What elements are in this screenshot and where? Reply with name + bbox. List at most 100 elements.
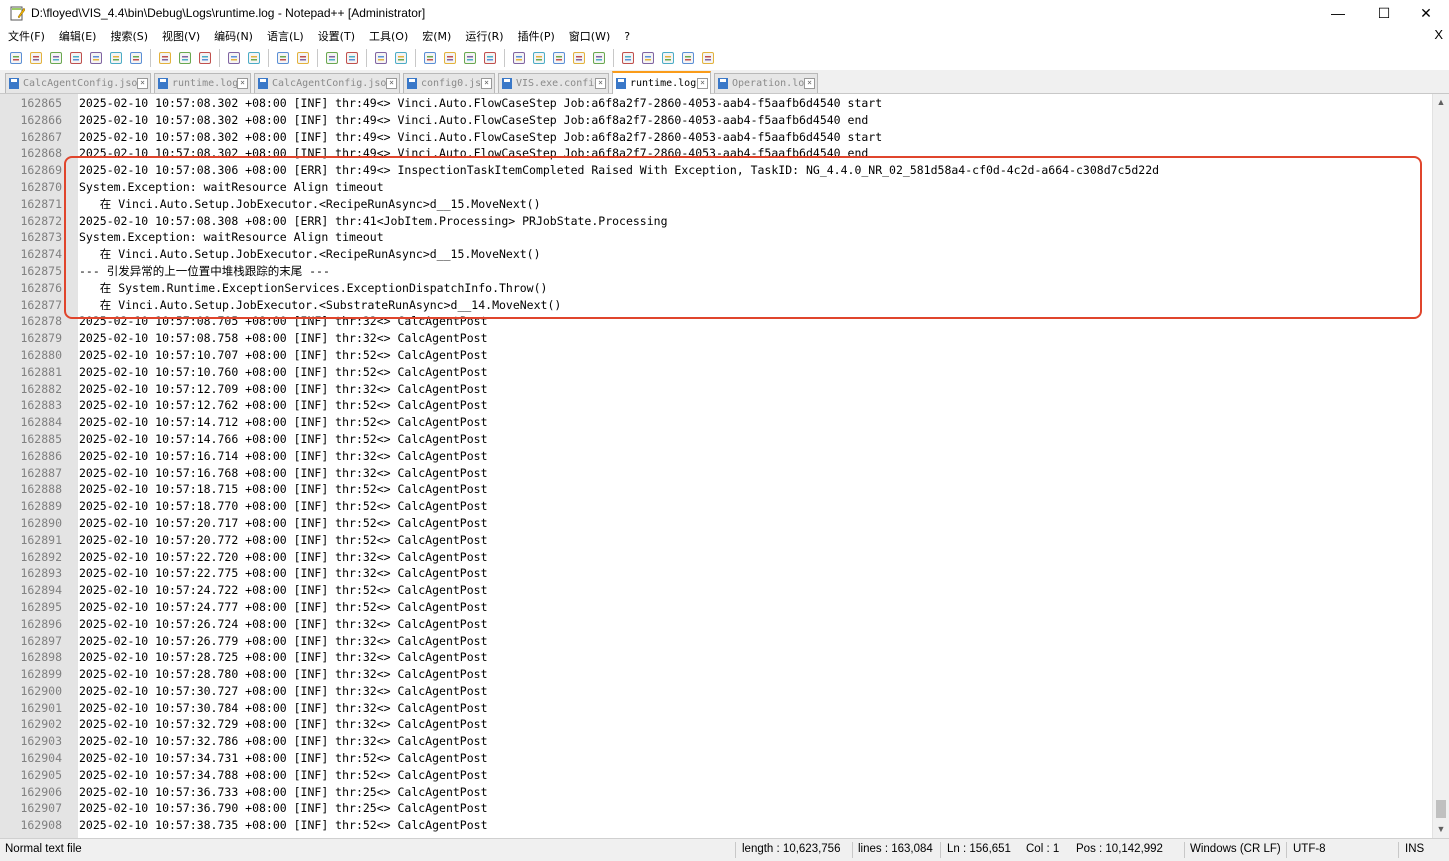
line-text[interactable]: 2025-02-10 10:57:14.712 +08:00 [INF] thr…	[79, 414, 488, 431]
stop-macro-icon[interactable]	[640, 50, 656, 66]
tab-vis-exe-config[interactable]: VIS.exe.config ×	[498, 73, 609, 93]
menu-run[interactable]: 运行(R)	[457, 28, 509, 44]
line-text[interactable]: 2025-02-10 10:57:28.725 +08:00 [INF] thr…	[79, 649, 488, 666]
line-text[interactable]: 2025-02-10 10:57:24.777 +08:00 [INF] thr…	[79, 599, 488, 616]
tab-close-icon[interactable]: ×	[595, 78, 606, 89]
tab-close-icon[interactable]: ×	[137, 78, 148, 89]
tab-runtime-log-1[interactable]: runtime.log ×	[154, 73, 251, 93]
paste-icon[interactable]	[197, 50, 213, 66]
undo-icon[interactable]	[226, 50, 242, 66]
cut-icon[interactable]	[157, 50, 173, 66]
line-text[interactable]: 2025-02-10 10:57:10.707 +08:00 [INF] thr…	[79, 347, 488, 364]
menu-plugins[interactable]: 插件(P)	[510, 28, 561, 44]
record-macro-icon[interactable]	[620, 50, 636, 66]
save-icon[interactable]	[48, 50, 64, 66]
zoom-out-icon[interactable]	[344, 50, 360, 66]
save-all-icon[interactable]	[68, 50, 84, 66]
line-text[interactable]: 2025-02-10 10:57:24.722 +08:00 [INF] thr…	[79, 582, 488, 599]
status-encoding[interactable]: UTF-8	[1293, 843, 1326, 855]
vertical-scrollbar[interactable]: ▲ ▼	[1432, 94, 1449, 838]
line-text[interactable]: 2025-02-10 10:57:08.302 +08:00 [INF] thr…	[79, 112, 868, 129]
scroll-thumb[interactable]	[1436, 800, 1446, 818]
tab-runtime-log-active[interactable]: runtime.log ×	[612, 71, 711, 94]
tab-close-icon[interactable]: ×	[386, 78, 397, 89]
tab-close-icon[interactable]: ×	[697, 78, 708, 89]
line-text[interactable]: 2025-02-10 10:57:26.779 +08:00 [INF] thr…	[79, 633, 488, 650]
line-text[interactable]: 2025-02-10 10:57:16.714 +08:00 [INF] thr…	[79, 448, 488, 465]
print-icon[interactable]	[128, 50, 144, 66]
line-text[interactable]: 2025-02-10 10:57:14.766 +08:00 [INF] thr…	[79, 431, 488, 448]
redo-icon[interactable]	[246, 50, 262, 66]
menu-settings[interactable]: 设置(T)	[310, 28, 361, 44]
line-text[interactable]: 2025-02-10 10:57:36.733 +08:00 [INF] thr…	[79, 784, 488, 801]
line-text[interactable]: 2025-02-10 10:57:38.735 +08:00 [INF] thr…	[79, 817, 488, 834]
line-text[interactable]: 2025-02-10 10:57:12.709 +08:00 [INF] thr…	[79, 381, 488, 398]
indent-guide-icon[interactable]	[462, 50, 478, 66]
close-all-icon[interactable]	[108, 50, 124, 66]
udl-icon[interactable]	[482, 50, 498, 66]
play-macro-icon[interactable]	[660, 50, 676, 66]
menu-window[interactable]: 窗口(W)	[561, 28, 616, 44]
zoom-in-icon[interactable]	[324, 50, 340, 66]
line-text[interactable]: 2025-02-10 10:57:34.788 +08:00 [INF] thr…	[79, 767, 488, 784]
scroll-up-icon[interactable]: ▲	[1433, 94, 1449, 110]
line-text[interactable]: 2025-02-10 10:57:20.717 +08:00 [INF] thr…	[79, 515, 488, 532]
doc-map-icon[interactable]	[511, 50, 527, 66]
word-wrap-icon[interactable]	[422, 50, 438, 66]
doc-list-icon[interactable]	[531, 50, 547, 66]
sync-vertical-icon[interactable]	[373, 50, 389, 66]
line-text[interactable]: 2025-02-10 10:57:22.720 +08:00 [INF] thr…	[79, 549, 488, 566]
line-text[interactable]: 2025-02-10 10:57:08.302 +08:00 [INF] thr…	[79, 129, 882, 146]
tab-close-icon[interactable]: ×	[804, 78, 815, 89]
copy-icon[interactable]	[177, 50, 193, 66]
menu-search[interactable]: 搜索(S)	[102, 28, 154, 44]
tab-calcagentconfig-2[interactable]: CalcAgentConfig.json ×	[254, 73, 400, 93]
tab-operation-log[interactable]: Operation.log ×	[714, 73, 818, 93]
menu-macro[interactable]: 宏(M)	[414, 28, 457, 44]
line-text[interactable]: 2025-02-10 10:57:08.758 +08:00 [INF] thr…	[79, 330, 488, 347]
menu-encoding[interactable]: 编码(N)	[206, 28, 259, 44]
tab-calcagentconfig-1[interactable]: CalcAgentConfig.json ×	[5, 73, 151, 93]
line-text[interactable]: 2025-02-10 10:57:20.772 +08:00 [INF] thr…	[79, 532, 488, 549]
open-file-icon[interactable]	[28, 50, 44, 66]
save-macro-icon[interactable]	[700, 50, 716, 66]
close-window-button[interactable]: ✕	[1403, 0, 1449, 26]
find-icon[interactable]	[275, 50, 291, 66]
line-text[interactable]: 2025-02-10 10:57:28.780 +08:00 [INF] thr…	[79, 666, 488, 683]
line-text[interactable]: 2025-02-10 10:57:32.729 +08:00 [INF] thr…	[79, 716, 488, 733]
line-text[interactable]: 2025-02-10 10:57:26.724 +08:00 [INF] thr…	[79, 616, 488, 633]
line-text[interactable]: 2025-02-10 10:57:30.784 +08:00 [INF] thr…	[79, 700, 488, 717]
line-text[interactable]: 2025-02-10 10:57:16.768 +08:00 [INF] thr…	[79, 465, 488, 482]
status-eol[interactable]: Windows (CR LF)	[1190, 843, 1281, 855]
editor-area[interactable]: 162865 2025-02-10 10:57:08.302 +08:00 [IN…	[0, 94, 1449, 838]
line-text[interactable]: 2025-02-10 10:57:32.786 +08:00 [INF] thr…	[79, 733, 488, 750]
line-text[interactable]: 2025-02-10 10:57:18.715 +08:00 [INF] thr…	[79, 481, 488, 498]
line-text[interactable]: 2025-02-10 10:57:34.731 +08:00 [INF] thr…	[79, 750, 488, 767]
show-all-chars-icon[interactable]	[442, 50, 458, 66]
maximize-button[interactable]: ☐	[1361, 0, 1407, 26]
menu-file[interactable]: 文件(F)	[0, 28, 51, 44]
menu-edit[interactable]: 编辑(E)	[51, 28, 103, 44]
status-insert-mode[interactable]: INS	[1405, 843, 1424, 855]
folder-workspace-icon[interactable]	[571, 50, 587, 66]
line-text[interactable]: 2025-02-10 10:57:36.790 +08:00 [INF] thr…	[79, 800, 488, 817]
line-text[interactable]: 2025-02-10 10:57:18.770 +08:00 [INF] thr…	[79, 498, 488, 515]
menu-view[interactable]: 视图(V)	[154, 28, 206, 44]
new-file-icon[interactable]	[8, 50, 24, 66]
minimize-button[interactable]: —	[1315, 0, 1361, 26]
tab-config0-js[interactable]: config0.js ×	[403, 73, 495, 93]
menu-tools[interactable]: 工具(O)	[361, 28, 414, 44]
menu-language[interactable]: 语言(L)	[259, 28, 310, 44]
line-text[interactable]: 2025-02-10 10:57:10.760 +08:00 [INF] thr…	[79, 364, 488, 381]
line-text[interactable]: 2025-02-10 10:57:30.727 +08:00 [INF] thr…	[79, 683, 488, 700]
scroll-down-icon[interactable]: ▼	[1433, 821, 1449, 837]
line-text[interactable]: 2025-02-10 10:57:22.775 +08:00 [INF] thr…	[79, 565, 488, 582]
menu-help[interactable]: ?	[616, 30, 636, 43]
tab-close-icon[interactable]: ×	[481, 78, 492, 89]
line-text[interactable]: 2025-02-10 10:57:12.762 +08:00 [INF] thr…	[79, 397, 488, 414]
replace-icon[interactable]	[295, 50, 311, 66]
monitoring-icon[interactable]	[591, 50, 607, 66]
tab-close-icon[interactable]: ×	[237, 78, 248, 89]
sync-horizontal-icon[interactable]	[393, 50, 409, 66]
function-list-icon[interactable]	[551, 50, 567, 66]
